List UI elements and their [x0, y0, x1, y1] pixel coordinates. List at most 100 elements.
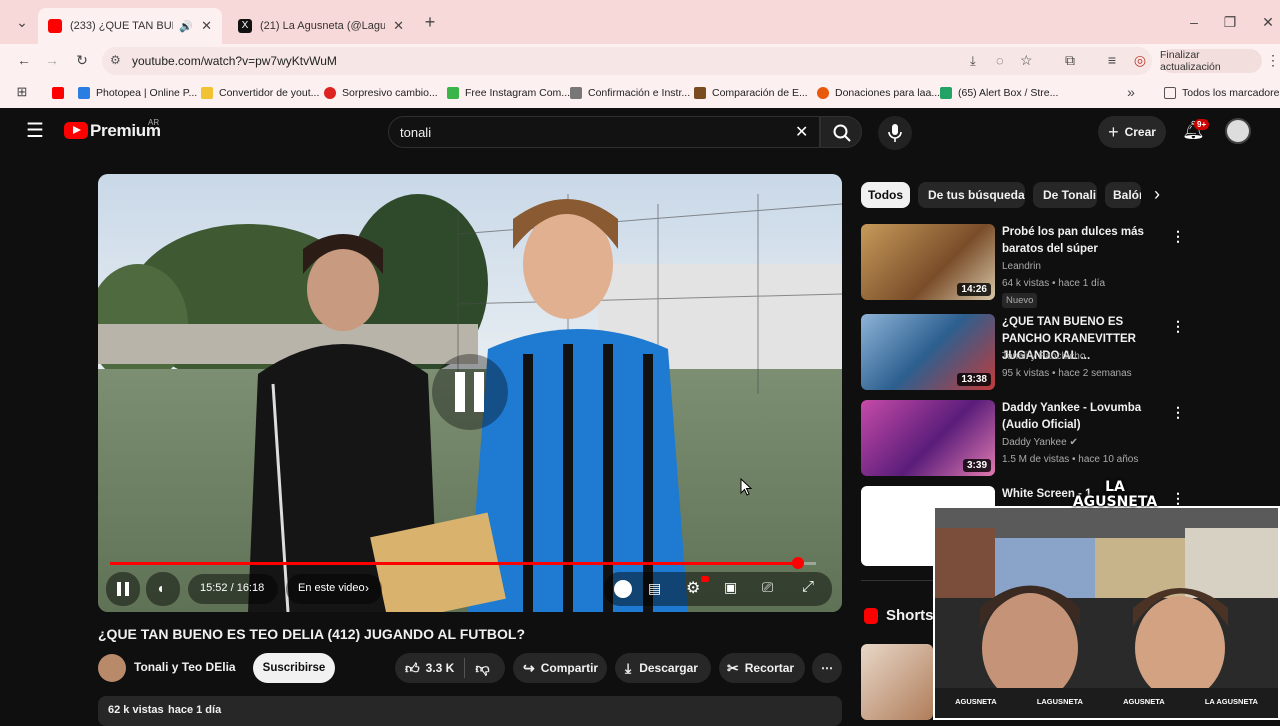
close-window-icon[interactable]: ✕ [1260, 14, 1276, 30]
back-icon[interactable]: ← [16, 52, 32, 68]
new-badge: Nuevo [1002, 293, 1038, 308]
more-actions-button[interactable]: ⋯ [812, 653, 842, 683]
bookmark-8[interactable]: (65) Alert Box / Stre... [940, 84, 1058, 102]
menu-icon[interactable]: ⋮ [1266, 52, 1280, 68]
video-player[interactable]: ◖ 15:52 / 16:18 En este video › ▤ ⚙ ▣ ⎚ … [98, 174, 842, 612]
more-dots-icon[interactable]: ⋮ [1171, 404, 1185, 421]
profile-icon[interactable]: ◎ [1132, 52, 1148, 68]
forward-icon[interactable]: → [44, 52, 60, 68]
folder-icon [1164, 87, 1176, 99]
download-button[interactable]: ⤓ Descargar [615, 653, 711, 683]
chip-balon[interactable]: Balón [1105, 182, 1141, 208]
reload-icon[interactable]: ↻ [74, 52, 90, 68]
progress-scrubber[interactable] [791, 557, 804, 569]
more-dots-icon[interactable]: ⋮ [1171, 318, 1185, 335]
chip-all[interactable]: Todos [861, 182, 910, 208]
bookmark-7[interactable]: Donaciones para laa... [817, 84, 940, 102]
hamburger-menu-icon[interactable]: ☰ [26, 120, 44, 142]
recommendation-item[interactable]: 14:26 Probé los pan dulces más baratos d… [861, 224, 1185, 308]
avatar[interactable] [1225, 118, 1251, 144]
tab-search-icon[interactable]: ⌄ [14, 14, 30, 30]
thumbnail[interactable]: 13:38 [861, 314, 995, 390]
search-input[interactable]: tonali ✕ [388, 116, 820, 148]
eye-off-icon[interactable]: ◌ [996, 53, 1004, 68]
miniplayer-icon[interactable]: ▣ [724, 579, 737, 596]
clear-search-icon[interactable]: ✕ [795, 122, 808, 142]
rec-title[interactable]: Probé los pan dulces más baratos del súp… [1002, 224, 1167, 258]
rec-title[interactable]: Daddy Yankee - Lovumba (Audio Oficial) [1002, 400, 1167, 434]
settings-gear-icon[interactable]: ⚙ [686, 578, 700, 598]
center-pause-button[interactable] [432, 354, 508, 430]
search-button[interactable] [820, 116, 862, 148]
extensions-icon[interactable]: ⧉ [1062, 52, 1078, 68]
apps-icon[interactable]: ⊞ [14, 84, 30, 100]
rec-channel[interactable]: Tonali y Panchicho [1002, 351, 1085, 362]
more-dots-icon[interactable]: ⋮ [1171, 228, 1185, 245]
close-tab-icon[interactable]: ✕ [201, 18, 212, 34]
site-info-icon[interactable]: ⚙ [110, 53, 121, 67]
description-box[interactable]: 62 k vistas hace 1 día [98, 696, 842, 726]
install-icon[interactable]: ⤓ [970, 53, 976, 69]
share-button[interactable]: ↪ Compartir [513, 653, 607, 683]
youtube-logo-icon[interactable] [64, 122, 88, 139]
pause-bar-left [455, 372, 465, 412]
close-tab-icon[interactable]: ✕ [393, 18, 404, 34]
play-pause-button[interactable] [106, 572, 140, 606]
star-icon[interactable]: ☆ [1020, 52, 1033, 69]
bookmark-4[interactable]: Free Instagram Com... [447, 84, 570, 102]
cast-icon[interactable]: ⎚ [762, 579, 773, 596]
more-bookmarks-icon[interactable]: » [1124, 84, 1138, 100]
more-dots-icon[interactable]: ⋮ [1171, 490, 1185, 507]
alertbox-icon [940, 87, 952, 99]
all-bookmarks[interactable]: Todos los marcadores [1164, 84, 1280, 102]
address-bar[interactable]: ⚙ youtube.com/watch?v=pw7wyKtvWuM ⤓ ◌ ☆ [102, 47, 1152, 75]
subtitles-icon[interactable]: ▤ [648, 580, 661, 597]
subscribe-button[interactable]: Suscribirse [253, 653, 335, 683]
volume-icon: ◖ [156, 580, 165, 596]
bookmark-youtube[interactable] [52, 84, 70, 102]
shorts-icon [864, 608, 878, 624]
rec-channel[interactable]: Daddy Yankee ✔ [1002, 437, 1078, 448]
thumbs-up-icon[interactable]: 👍︎ [405, 660, 420, 677]
thumbnail[interactable]: 3:39 [861, 400, 995, 476]
clip-button[interactable]: ✂ Recortar [719, 653, 805, 683]
right-controls [604, 572, 832, 606]
update-button[interactable]: Finalizar actualización [1160, 49, 1262, 73]
short-thumbnail[interactable] [861, 644, 933, 720]
new-tab-icon[interactable]: + [422, 13, 438, 31]
tab-x[interactable]: X (21) La Agusneta (@Lagusneta) ✕ [228, 8, 414, 44]
duration: 3:39 [962, 459, 991, 472]
bookmark-2[interactable]: Convertidor de yout... [201, 84, 319, 102]
bookmark-3[interactable]: Sorpresivo cambio... [324, 84, 438, 102]
media-icon[interactable]: ≡ [1104, 52, 1120, 68]
rec-channel[interactable]: Leandrin [1002, 261, 1041, 272]
chip-from-searches[interactable]: De tus búsquedas [918, 182, 1025, 208]
bookmark-5[interactable]: Confirmación e Instr... [570, 84, 690, 102]
x-favicon-icon: X [238, 19, 252, 33]
voice-search-button[interactable] [878, 116, 912, 150]
channel-name[interactable]: Tonali y Teo DElia [134, 660, 236, 674]
like-count[interactable]: 3.3 K [426, 661, 455, 675]
autoplay-toggle-icon[interactable] [614, 580, 632, 598]
youtube-handle: LA AGUSNETA [1204, 696, 1258, 706]
recommendation-item[interactable]: 13:38 ¿QUE TAN BUENO ES PANCHO KRANEVITT… [861, 314, 1185, 394]
audio-playing-icon[interactable]: 🔊 [179, 20, 193, 33]
bookmark-1[interactable]: Photopea | Online P... [78, 84, 197, 102]
chips-next-icon[interactable]: › [1154, 184, 1160, 205]
thumbnail[interactable]: 14:26 [861, 224, 995, 300]
recommendation-item[interactable]: 3:39 Daddy Yankee - Lovumba (Audio Ofici… [861, 400, 1185, 480]
create-button[interactable]: + Crear [1098, 116, 1166, 148]
thumbs-down-icon[interactable]: 👎︎ [475, 660, 489, 677]
tab-youtube[interactable]: (233) ¿QUE TAN BUENO ES 🔊 ✕ [38, 8, 222, 44]
rec-meta: 95 k vistas • hace 2 semanas [1002, 368, 1132, 379]
search-icon [833, 124, 851, 142]
channel-avatar[interactable] [98, 654, 126, 682]
in-this-video-button[interactable]: En este video › [286, 574, 382, 604]
volume-button[interactable]: ◖ [146, 572, 180, 606]
maximize-icon[interactable]: ❐ [1222, 14, 1238, 30]
chip-from-tonali[interactable]: De Tonali [1033, 182, 1097, 208]
fullscreen-icon[interactable]: ⤢ [802, 578, 814, 595]
bookmark-6[interactable]: Comparación de E... [694, 84, 808, 102]
progress-bar[interactable] [110, 557, 816, 569]
minimize-icon[interactable]: – [1186, 14, 1202, 30]
